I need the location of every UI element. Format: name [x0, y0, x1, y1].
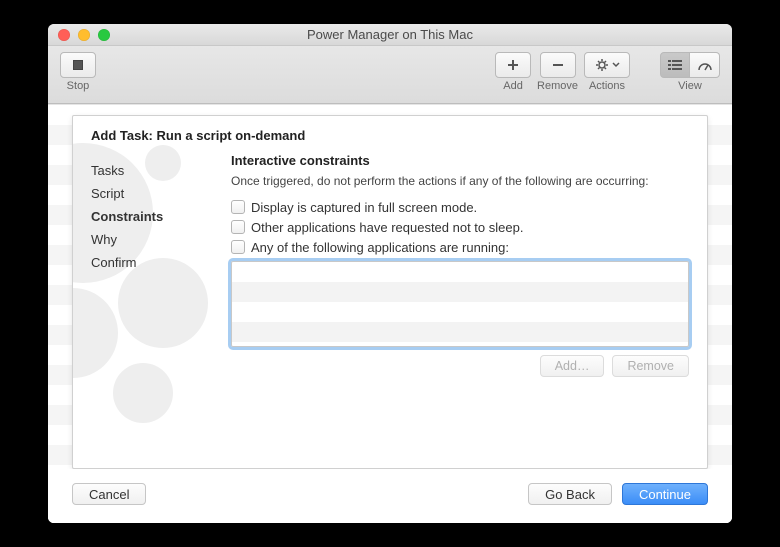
toolbar-stop-group: Stop: [60, 52, 96, 92]
check-fullscreen[interactable]: Display is captured in full screen mode.: [231, 200, 689, 215]
app-window: Power Manager on This Mac Stop Add Remov…: [48, 24, 732, 523]
list-icon: [668, 59, 682, 71]
sheet-footer: Cancel Go Back Continue: [48, 469, 732, 523]
gauge-icon: [697, 59, 713, 71]
step-sidebar: Tasks Script Constraints Why Confirm: [91, 153, 211, 458]
actions-label: Actions: [589, 80, 625, 92]
check-label: Other applications have requested not to…: [251, 220, 523, 235]
toolbar: Stop Add Remove Actions: [48, 46, 732, 104]
titlebar: Power Manager on This Mac: [48, 24, 732, 46]
sidebar-item-why[interactable]: Why: [91, 228, 211, 251]
gear-icon: [595, 58, 609, 72]
checkbox-icon: [231, 240, 245, 254]
plus-icon: [506, 58, 520, 72]
list-add-button[interactable]: Add…: [540, 355, 605, 377]
go-back-button[interactable]: Go Back: [528, 483, 612, 505]
stop-label: Stop: [67, 80, 90, 92]
content-area: Add Task: Run a script on-demand Tasks S…: [48, 104, 732, 523]
stop-button[interactable]: [60, 52, 96, 78]
list-remove-button[interactable]: Remove: [612, 355, 689, 377]
sidebar-item-constraints[interactable]: Constraints: [91, 205, 211, 228]
sheet-title: Add Task: Run a script on-demand: [73, 116, 707, 153]
view-list-button[interactable]: [660, 52, 690, 78]
sidebar-item-script[interactable]: Script: [91, 182, 211, 205]
check-apps-running[interactable]: Any of the following applications are ru…: [231, 240, 689, 255]
checkbox-icon: [231, 200, 245, 214]
minus-icon: [551, 58, 565, 72]
sidebar-item-tasks[interactable]: Tasks: [91, 159, 211, 182]
checkbox-icon: [231, 220, 245, 234]
remove-label: Remove: [537, 80, 578, 92]
continue-button[interactable]: Continue: [622, 483, 708, 505]
add-button[interactable]: [495, 52, 531, 78]
add-task-sheet: Add Task: Run a script on-demand Tasks S…: [72, 115, 708, 469]
list-buttons: Add… Remove: [231, 355, 689, 377]
chevron-down-icon: [612, 61, 620, 69]
applications-list[interactable]: [231, 261, 689, 347]
check-nosleep[interactable]: Other applications have requested not to…: [231, 220, 689, 235]
constraints-panel: Interactive constraints Once triggered, …: [211, 153, 689, 458]
sidebar-item-confirm[interactable]: Confirm: [91, 251, 211, 274]
panel-description: Once triggered, do not perform the actio…: [231, 174, 689, 190]
cancel-button[interactable]: Cancel: [72, 483, 146, 505]
add-label: Add: [503, 80, 523, 92]
panel-heading: Interactive constraints: [231, 153, 689, 168]
view-label: View: [678, 80, 702, 92]
actions-button[interactable]: [584, 52, 630, 78]
toolbar-view-group: View: [660, 52, 720, 92]
stop-icon: [73, 60, 83, 70]
view-gauge-button[interactable]: [690, 52, 720, 78]
window-title: Power Manager on This Mac: [48, 27, 732, 42]
remove-button[interactable]: [540, 52, 576, 78]
toolbar-center: Add Remove Actions: [495, 52, 630, 92]
check-label: Any of the following applications are ru…: [251, 240, 509, 255]
check-label: Display is captured in full screen mode.: [251, 200, 477, 215]
